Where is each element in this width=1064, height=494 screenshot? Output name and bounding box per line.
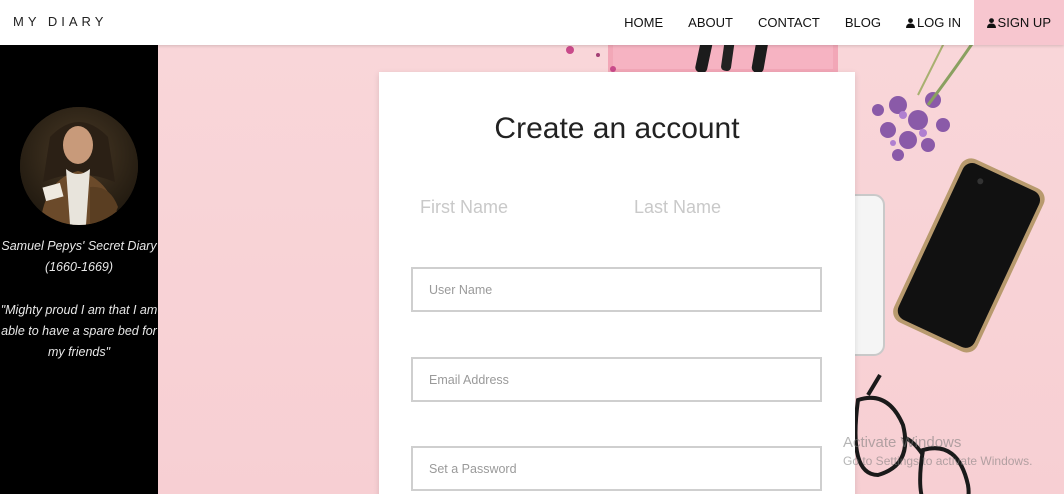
sidebar-quote-line2: able to have a spare bed for	[1, 324, 157, 338]
password-placeholder: Set a Password	[429, 462, 517, 476]
nav-home-label: HOME	[624, 15, 664, 30]
nav-home[interactable]: HOME	[612, 0, 676, 45]
username-placeholder: User Name	[429, 283, 493, 297]
nav-blog-label: BLOG	[844, 15, 881, 30]
sidebar-quote: "Mighty proud I am that I am able to hav…	[0, 300, 158, 363]
username-input[interactable]: User Name	[411, 267, 822, 312]
activate-windows-subtitle: Go to Settings to activate Windows.	[843, 454, 1033, 468]
email-placeholder: Email Address	[429, 373, 509, 387]
nav-login[interactable]: LOG IN	[893, 0, 973, 45]
nav-signup[interactable]: SIGN UP	[973, 0, 1064, 45]
password-input[interactable]: Set a Password	[411, 446, 822, 491]
signup-card: Create an account First Name Last Name U…	[379, 72, 855, 494]
nav-about-label: ABOUT	[688, 15, 733, 30]
nav-contact[interactable]: CONTACT	[745, 0, 832, 45]
email-input[interactable]: Email Address	[411, 357, 822, 402]
brand-logo[interactable]: MY DIARY	[13, 14, 107, 29]
portrait-avatar	[20, 107, 138, 225]
sidebar: Samuel Pepys' Secret Diary (1660-1669) "…	[0, 45, 158, 494]
sidebar-quote-line1: "Mighty proud I am that I am	[0, 303, 158, 317]
main-nav: HOME ABOUT CONTACT BLOG LOG IN SIGN UP	[612, 0, 1064, 45]
sidebar-title: Samuel Pepys' Secret Diary (1660-1669)	[0, 236, 158, 278]
user-icon	[986, 17, 996, 28]
nav-contact-label: CONTACT	[757, 15, 820, 30]
sidebar-title-line2: (1660-1669)	[44, 260, 114, 274]
form-heading: Create an account	[494, 112, 740, 145]
nav-login-label: LOG IN	[916, 15, 962, 30]
nav-blog[interactable]: BLOG	[832, 0, 893, 45]
top-navbar: MY DIARY HOME ABOUT CONTACT BLOG LOG IN …	[0, 0, 1064, 45]
sidebar-quote-line3: my friends"	[47, 345, 111, 359]
sidebar-title-line1: Samuel Pepys' Secret Diary	[1, 239, 157, 253]
nav-signup-label: SIGN UP	[997, 15, 1051, 30]
nav-about[interactable]: ABOUT	[676, 0, 746, 45]
last-name-input[interactable]: Last Name	[634, 197, 721, 218]
activate-windows-title: Activate Windows	[843, 434, 962, 451]
user-icon	[905, 17, 915, 28]
first-name-input[interactable]: First Name	[420, 197, 508, 218]
